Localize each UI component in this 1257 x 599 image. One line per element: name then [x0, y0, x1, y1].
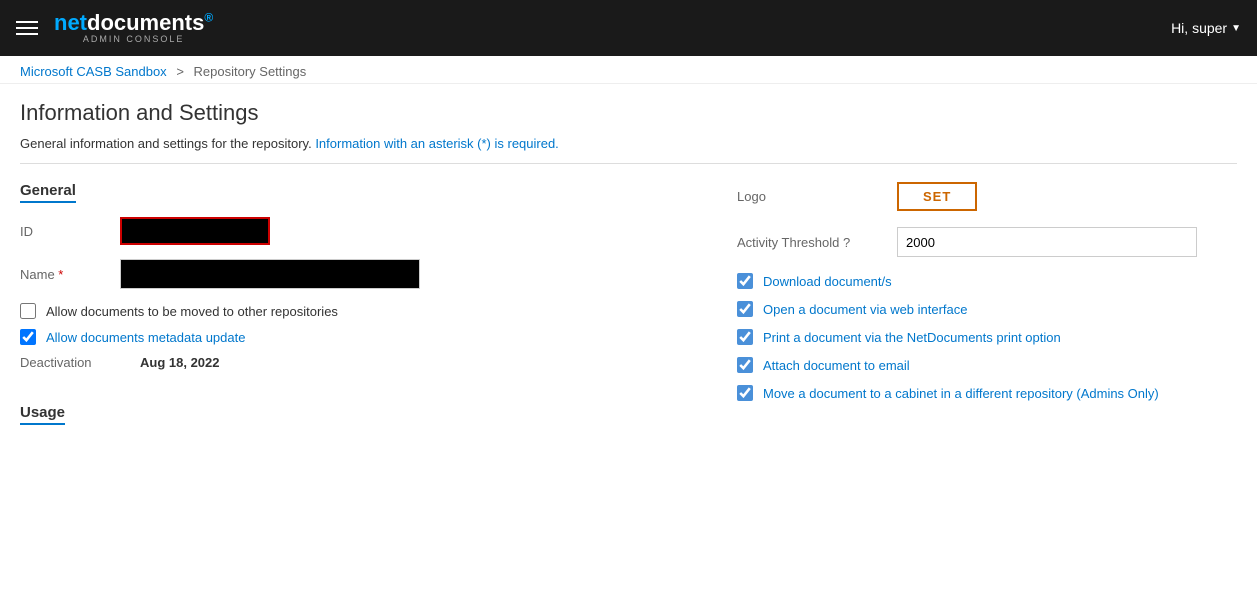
- checkbox-web[interactable]: [737, 301, 753, 317]
- breadcrumb-current: Repository Settings: [194, 64, 307, 79]
- checkbox-move[interactable]: [20, 303, 36, 319]
- logo-field-row: Logo SET: [737, 182, 1237, 211]
- left-column: General ID Name Allow documents to be mo…: [20, 182, 697, 425]
- desc-general-text: General information and settings for the…: [20, 136, 315, 151]
- threshold-label: Activity Threshold ?: [737, 235, 897, 250]
- section-usage-title: Usage: [20, 404, 65, 425]
- logo-label: Logo: [737, 189, 897, 204]
- checkbox-row-download: Download document/s: [737, 273, 1237, 289]
- checkbox-cabinet-label[interactable]: Move a document to a cabinet in a differ…: [763, 386, 1159, 401]
- threshold-field-row: Activity Threshold ?: [737, 227, 1237, 257]
- greeting-text: Hi, super: [1171, 20, 1227, 36]
- id-value-box: [120, 217, 270, 245]
- checkbox-row-move: Allow documents to be moved to other rep…: [20, 303, 697, 319]
- id-label: ID: [20, 224, 120, 239]
- checkbox-row-cabinet: Move a document to a cabinet in a differ…: [737, 385, 1237, 401]
- brand-logo: netdocuments®: [54, 11, 213, 35]
- checkbox-row-web: Open a document via web interface: [737, 301, 1237, 317]
- desc-asterisk-text: Information with an asterisk (*) is requ…: [315, 136, 558, 151]
- breadcrumb-parent[interactable]: Microsoft CASB Sandbox: [20, 64, 167, 79]
- checkbox-row-email: Attach document to email: [737, 357, 1237, 373]
- logo-area: netdocuments® ADMIN CONSOLE: [54, 11, 213, 45]
- threshold-input[interactable]: [897, 227, 1197, 257]
- checkbox-metadata[interactable]: [20, 329, 36, 345]
- name-input[interactable]: [120, 259, 420, 289]
- name-field-row: Name: [20, 259, 697, 289]
- checkbox-row-metadata: Allow documents metadata update: [20, 329, 697, 345]
- user-menu[interactable]: Hi, super ▼: [1171, 20, 1241, 36]
- checkbox-cabinet[interactable]: [737, 385, 753, 401]
- deactivation-label: Deactivation: [20, 355, 120, 370]
- id-field-row: ID: [20, 217, 697, 245]
- deactivation-date: Aug 18, 2022: [140, 355, 220, 370]
- page-content: Information and Settings General informa…: [0, 84, 1257, 441]
- section-general-title: General: [20, 182, 76, 203]
- checkbox-email-label[interactable]: Attach document to email: [763, 358, 910, 373]
- name-label: Name: [20, 267, 120, 282]
- brand-subtitle: ADMIN CONSOLE: [54, 35, 213, 45]
- two-col-layout: General ID Name Allow documents to be mo…: [20, 182, 1237, 425]
- checkbox-print[interactable]: [737, 329, 753, 345]
- header-left: netdocuments® ADMIN CONSOLE: [16, 11, 213, 45]
- checkbox-email[interactable]: [737, 357, 753, 373]
- checkbox-web-label[interactable]: Open a document via web interface: [763, 302, 968, 317]
- page-description: General information and settings for the…: [20, 136, 1237, 164]
- header: netdocuments® ADMIN CONSOLE Hi, super ▼: [0, 0, 1257, 56]
- checkbox-metadata-label[interactable]: Allow documents metadata update: [46, 330, 245, 345]
- breadcrumb: Microsoft CASB Sandbox > Repository Sett…: [0, 56, 1257, 84]
- hamburger-icon[interactable]: [16, 21, 38, 35]
- checkbox-download[interactable]: [737, 273, 753, 289]
- checkbox-move-label[interactable]: Allow documents to be moved to other rep…: [46, 304, 338, 319]
- page-title: Information and Settings: [20, 100, 1237, 126]
- set-logo-button[interactable]: SET: [897, 182, 977, 211]
- right-column: Logo SET Activity Threshold ? Download d…: [737, 182, 1237, 425]
- checkbox-print-label[interactable]: Print a document via the NetDocuments pr…: [763, 330, 1061, 345]
- chevron-down-icon: ▼: [1231, 23, 1241, 34]
- breadcrumb-separator: >: [176, 64, 184, 79]
- checkbox-row-print: Print a document via the NetDocuments pr…: [737, 329, 1237, 345]
- checkbox-download-label[interactable]: Download document/s: [763, 274, 892, 289]
- deactivation-row: Deactivation Aug 18, 2022: [20, 355, 697, 370]
